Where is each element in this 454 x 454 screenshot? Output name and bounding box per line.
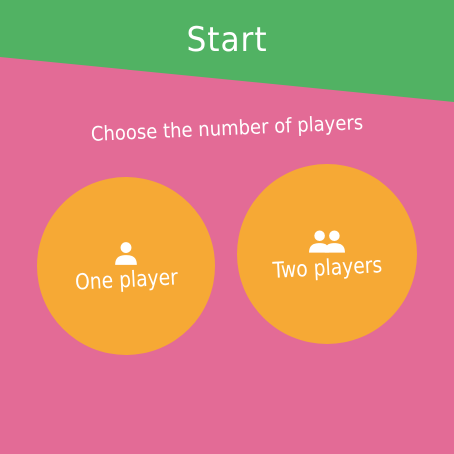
person-icon [115, 241, 137, 265]
one-player-button[interactable]: One player [37, 177, 215, 355]
two-players-label: Two players [271, 252, 383, 284]
one-player-label: One player [74, 264, 178, 296]
people-icon [309, 229, 345, 253]
player-count-prompt: Choose the number of players [90, 110, 364, 146]
page-title: Start [186, 20, 268, 60]
two-players-button[interactable]: Two players [237, 164, 417, 344]
